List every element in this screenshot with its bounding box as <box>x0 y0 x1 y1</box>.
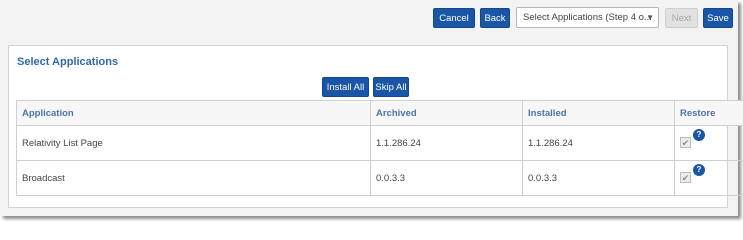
skip-all-button[interactable]: Skip All <box>373 77 409 97</box>
column-header-installed[interactable]: Installed <box>522 100 675 126</box>
next-button[interactable]: Next <box>665 8 698 28</box>
applications-table: Application Archived Installed Restore R… <box>16 100 743 196</box>
panel-title: Select Applications <box>17 56 119 68</box>
archived-version-cell: 0.0.3.3 <box>370 160 523 196</box>
application-name-cell: Relativity List Page <box>16 125 371 161</box>
install-all-button[interactable]: Install All <box>322 77 369 97</box>
table-row: Relativity List Page 1.1.286.24 1.1.286.… <box>16 125 743 161</box>
help-icon[interactable]: ? <box>693 164 705 176</box>
restore-checkbox[interactable]: ✔ <box>680 137 691 148</box>
save-button[interactable]: Save <box>703 8 733 28</box>
installed-version-cell: 1.1.286.24 <box>522 125 675 161</box>
step-select[interactable]: Select Applications (Step 4 o... ▼ <box>516 7 659 28</box>
help-icon[interactable]: ? <box>693 129 705 141</box>
toolbar: Cancel Back Select Applications (Step 4 … <box>0 0 738 36</box>
column-header-restore[interactable]: Restore <box>674 100 743 126</box>
select-applications-panel: Select Applications Install All Skip All… <box>8 45 743 208</box>
window-frame: Cancel Back Select Applications (Step 4 … <box>0 0 743 216</box>
check-icon: ✔ <box>681 138 690 148</box>
application-name-cell: Broadcast <box>16 160 371 196</box>
restore-checkbox[interactable]: ✔ <box>680 172 691 183</box>
cancel-button[interactable]: Cancel <box>433 8 475 28</box>
installed-version-cell: 0.0.3.3 <box>522 160 675 196</box>
chevron-down-icon: ▼ <box>646 13 654 22</box>
column-header-application[interactable]: Application <box>16 100 371 126</box>
archived-version-cell: 1.1.286.24 <box>370 125 523 161</box>
back-button[interactable]: Back <box>480 8 510 28</box>
step-select-value: Select Applications (Step 4 o... <box>523 12 652 23</box>
restore-cell: ✔ ? <box>674 160 743 196</box>
check-icon: ✔ <box>681 173 690 183</box>
column-header-archived[interactable]: Archived <box>370 100 523 126</box>
table-header-row: Application Archived Installed Restore <box>16 100 743 126</box>
restore-cell: ✔ ? <box>674 125 743 161</box>
table-row: Broadcast 0.0.3.3 0.0.3.3 ✔ ? <box>16 160 743 196</box>
